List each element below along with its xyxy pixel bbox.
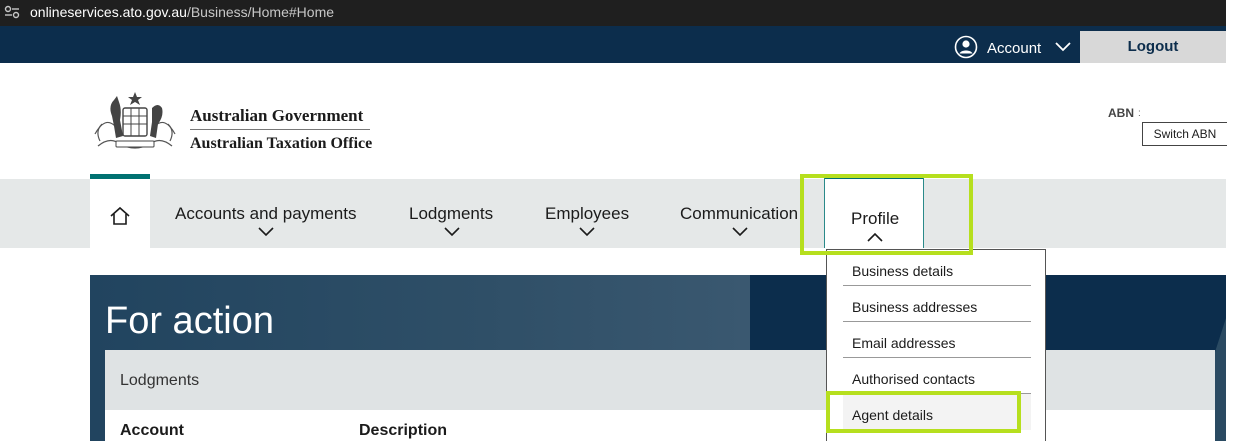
abn-label: ABN — [1108, 106, 1134, 120]
menu-item-label: Email addresses — [852, 335, 956, 351]
window-edge — [1226, 0, 1235, 441]
url-text[interactable]: onlineservices.ato.gov.au/Business/Home#… — [30, 4, 334, 20]
chevron-down-icon — [732, 227, 748, 237]
chevron-down-icon — [579, 227, 595, 237]
profile-dropdown-menu: Business details Business addresses Emai… — [826, 249, 1046, 441]
nav-employees[interactable]: Employees — [545, 179, 635, 248]
menu-item-label: Business details — [852, 263, 954, 279]
column-header-account[interactable]: Account — [120, 422, 184, 440]
coat-of-arms-icon — [94, 92, 176, 149]
top-utility-bar: Account Logout — [0, 26, 1226, 63]
switch-abn-button[interactable]: Switch ABN — [1142, 122, 1227, 146]
ato-logo[interactable]: Australian Government Australian Taxatio… — [90, 86, 380, 158]
nav-profile[interactable]: Profile — [824, 174, 924, 248]
account-menu-button[interactable]: Account — [954, 26, 1080, 63]
chevron-down-icon — [258, 227, 274, 237]
for-action-section: For action Lodgments Account Description — [90, 275, 1226, 441]
nav-lodgments[interactable]: Lodgments — [409, 179, 499, 248]
menu-item-authorised-contacts[interactable]: Authorised contacts — [843, 358, 1031, 394]
chevron-down-icon — [1055, 42, 1071, 52]
main-nav: Accounts and payments Lodgments Employee… — [0, 174, 1226, 253]
nav-home[interactable] — [90, 174, 150, 253]
site-info-icon[interactable] — [4, 5, 20, 19]
menu-item-label: Business addresses — [852, 299, 978, 315]
url-host: onlineservices.ato.gov.au — [30, 4, 187, 20]
government-name: Australian Government — [190, 106, 364, 125]
column-header-description[interactable]: Description — [359, 422, 447, 440]
nav-label: Accounts and payments — [175, 204, 357, 223]
user-avatar-icon — [954, 35, 978, 59]
panel-title: Lodgments — [120, 372, 200, 389]
browser-address-bar[interactable]: onlineservices.ato.gov.au/Business/Home#… — [0, 0, 1226, 26]
chevron-down-icon — [444, 227, 460, 237]
nav-label: Communication — [680, 204, 799, 223]
url-path: /Business/Home#Home — [186, 4, 335, 20]
nav-communication[interactable]: Communication — [680, 179, 805, 248]
abn-value: : — [1138, 108, 1141, 119]
panel-header[interactable]: Lodgments — [105, 350, 1215, 410]
menu-item-business-details[interactable]: Business details — [843, 250, 1031, 286]
lodgments-panel: Lodgments Account Description — [105, 350, 1215, 441]
brand-divider — [190, 129, 370, 130]
section-title: For action — [105, 300, 274, 342]
nav-accounts-and-payments[interactable]: Accounts and payments — [175, 179, 360, 248]
account-label: Account — [987, 40, 1042, 57]
logout-button[interactable]: Logout — [1080, 31, 1226, 63]
nav-label: Lodgments — [409, 204, 494, 223]
nav-label: Employees — [545, 204, 630, 223]
nav-label: Profile — [851, 209, 900, 228]
chevron-up-icon — [867, 232, 883, 242]
menu-item-agent-details[interactable]: Agent details — [843, 394, 1031, 430]
agency-name: Australian Taxation Office — [190, 135, 373, 152]
menu-item-business-addresses[interactable]: Business addresses — [843, 286, 1031, 322]
menu-item-email-addresses[interactable]: Email addresses — [843, 322, 1031, 358]
home-icon — [110, 206, 130, 225]
menu-item-label: Agent details — [852, 407, 933, 423]
menu-item-label: Authorised contacts — [852, 371, 975, 387]
